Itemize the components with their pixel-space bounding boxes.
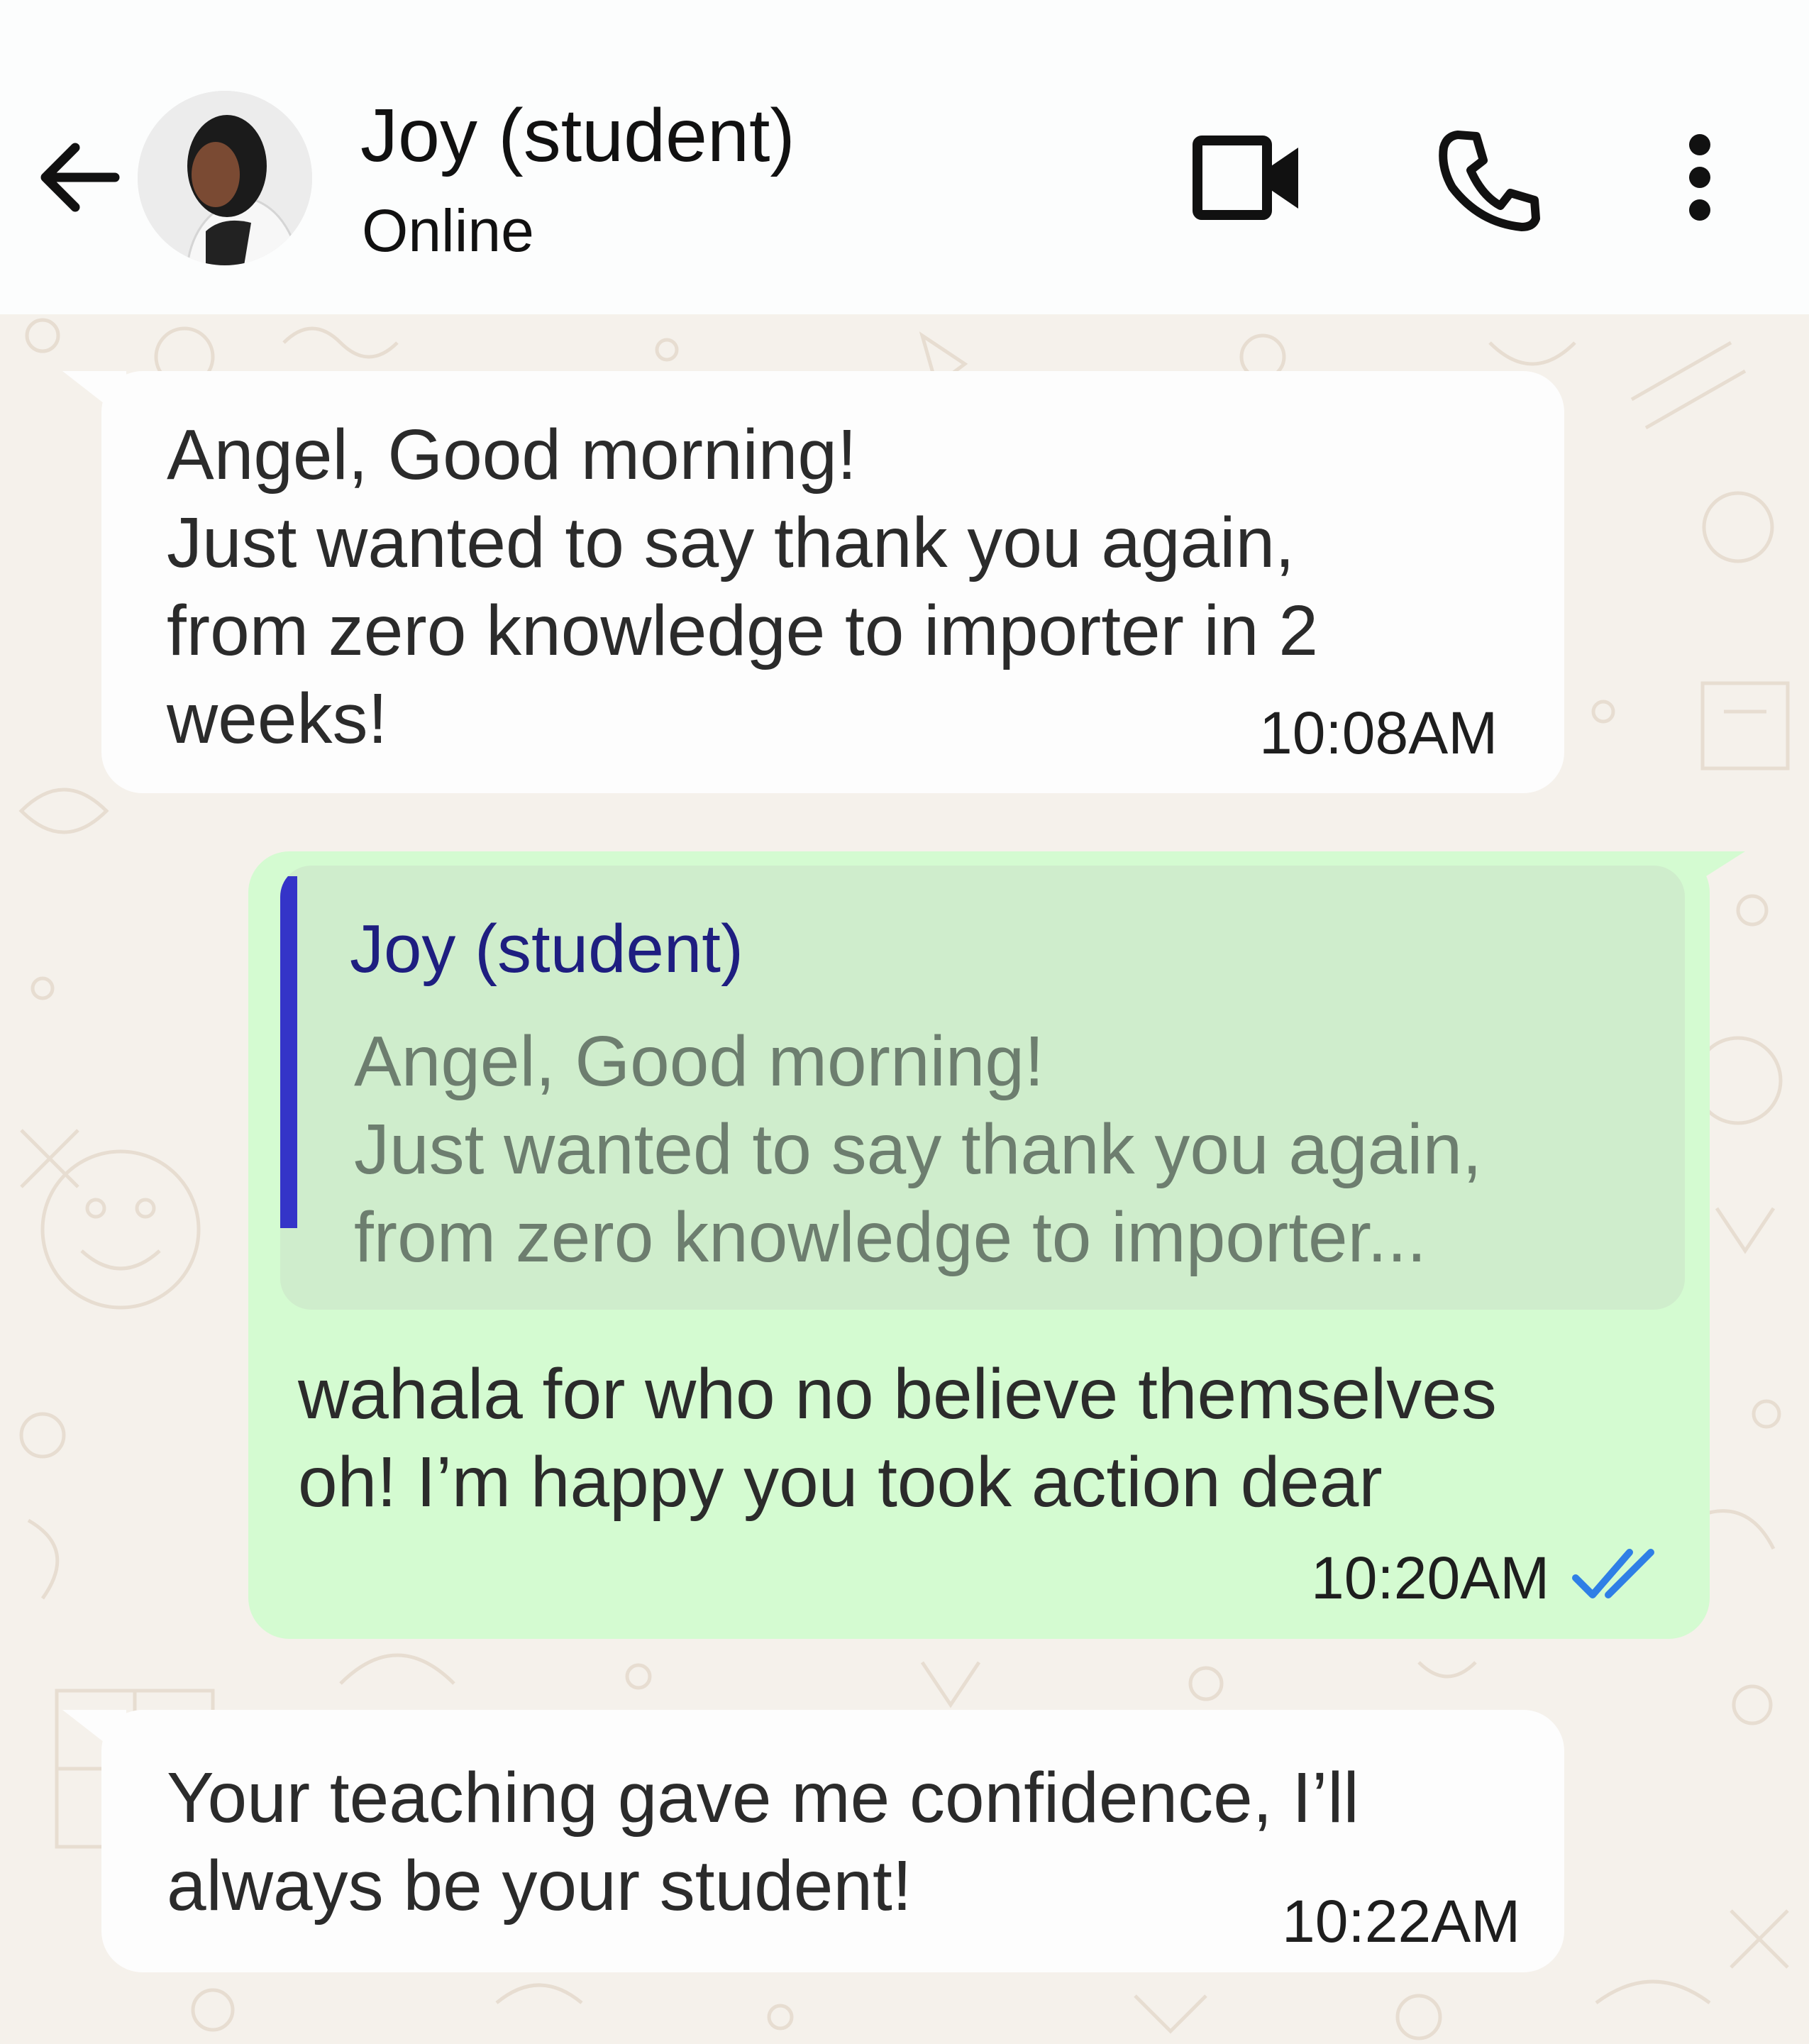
message-line: Your teaching gave me confidence, I’ll [167,1758,1359,1838]
message-line: weeks! [167,679,388,758]
quote-line: from zero knowledge to importer... [354,1198,1427,1277]
video-camera-icon[interactable] [1192,133,1305,223]
message-timestamp: 10:22AM [1282,1888,1521,1955]
contact-status: Online [362,197,534,264]
message-timestamp: 10:08AM [1259,700,1498,766]
avatar[interactable] [138,91,312,265]
message-line: wahala for who no believe themselves [298,1354,1497,1434]
phone-icon[interactable] [1437,126,1543,233]
message-line: oh! I’m happy you took action dear [298,1442,1383,1522]
message-line: Angel, Good morning! [167,415,857,495]
back-arrow-icon[interactable] [35,138,121,216]
quote-accent-bar [280,876,297,1228]
message-line: from zero knowledge to importer in 2 [167,591,1318,670]
chat-header: Joy (student) Online [0,0,1809,314]
quoted-message[interactable]: Joy (student) Angel, Good morning! Just … [280,866,1685,1310]
quote-author: Joy (student) [350,911,743,987]
quote-line: Just wanted to say thank you again, [354,1110,1482,1189]
quote-line: Angel, Good morning! [354,1022,1044,1101]
message-timestamp: 10:20AM [1311,1545,1550,1611]
more-vertical-icon[interactable] [1680,133,1720,224]
message-line: Just wanted to say thank you again, [167,503,1295,582]
message-line: always be your student! [167,1846,912,1926]
read-double-check-icon [1571,1547,1660,1603]
contact-name[interactable]: Joy (student) [360,98,795,173]
message-bubble-incoming[interactable]: Your teaching gave me confidence, I’ll a… [101,1710,1564,1972]
message-bubble-incoming[interactable]: Angel, Good morning! Just wanted to say … [101,371,1564,793]
